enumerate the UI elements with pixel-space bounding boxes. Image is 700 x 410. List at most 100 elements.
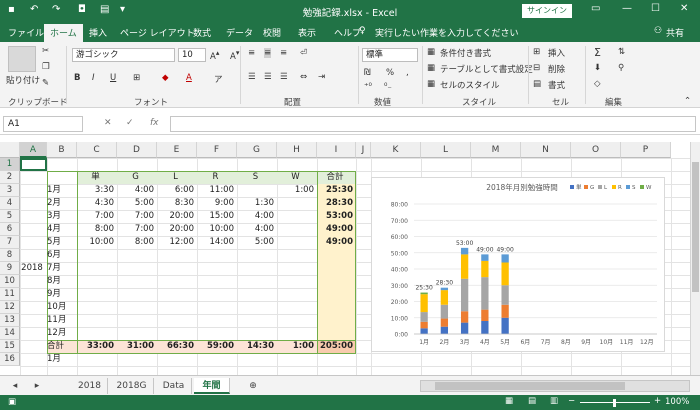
comma-icon[interactable]: ,	[406, 68, 409, 78]
row-header[interactable]: 4	[0, 197, 20, 210]
decrease-decimal-icon[interactable]: ⁰₋	[384, 82, 392, 92]
phonetic-icon[interactable]: ア	[214, 73, 223, 85]
delete-cells-button[interactable]: 削除	[548, 63, 565, 75]
stacked-bar-chart[interactable]: 2018年月別勉強時間 0:00 10:00 20:00 30:00 40:00 50:00…	[371, 177, 665, 352]
sheet-tab-2018g[interactable]: 2018G	[110, 378, 154, 394]
formula-input[interactable]	[170, 116, 696, 132]
column-header[interactable]: P	[621, 142, 671, 158]
row-header[interactable]: 8	[0, 249, 20, 262]
close-icon[interactable]: ✕	[680, 3, 688, 14]
font-grow-icon[interactable]: A▴	[210, 48, 219, 62]
row-header[interactable]: 15	[0, 340, 20, 353]
maximize-icon[interactable]: ☐	[651, 3, 660, 14]
row-header[interactable]: 1	[0, 158, 20, 171]
column-header[interactable]: G	[237, 142, 277, 158]
paste-button[interactable]: 貼り付け	[6, 74, 40, 86]
align-right-icon[interactable]: ☰	[280, 72, 288, 82]
column-header[interactable]: L	[421, 142, 471, 158]
row-header[interactable]: 5	[0, 210, 20, 223]
cond-format-button[interactable]: 条件付き書式	[440, 47, 491, 59]
row-header[interactable]: 7	[0, 236, 20, 249]
cancel-formula-icon[interactable]: ✕	[104, 118, 112, 128]
tab-formulas[interactable]: 数式	[193, 26, 211, 39]
row-header[interactable]: 9	[0, 262, 20, 275]
sheet-tab-annual[interactable]: 年間	[194, 378, 230, 394]
row-header[interactable]: 13	[0, 314, 20, 327]
minimize-icon[interactable]: —	[622, 3, 632, 14]
align-left-icon[interactable]: ☰	[248, 72, 256, 82]
tell-me-search[interactable]: 実行したい作業を入力してください	[375, 26, 518, 39]
cut-icon[interactable]: ✂	[42, 46, 49, 56]
italic-icon[interactable]: I	[92, 73, 95, 83]
tab-review[interactable]: 校閲	[263, 26, 281, 39]
signin-button[interactable]: サインイン	[522, 4, 572, 18]
font-name-select[interactable]: 游ゴシック	[72, 48, 175, 62]
zoom-level[interactable]: 100%	[665, 397, 689, 407]
page-layout-view-icon[interactable]: ▤	[528, 396, 536, 406]
scroll-tabs-right-icon[interactable]: ▸	[30, 378, 44, 394]
align-top-icon[interactable]: ≡	[248, 48, 255, 58]
fill-icon[interactable]: ⬇	[594, 63, 601, 73]
font-color-icon[interactable]: A	[186, 73, 192, 83]
tab-home[interactable]: ホーム	[44, 24, 83, 42]
collapse-ribbon-icon[interactable]: ⌃	[684, 96, 691, 106]
new-sheet-icon[interactable]: ⊕	[246, 378, 260, 394]
font-shrink-icon[interactable]: A▾	[230, 48, 239, 62]
font-size-select[interactable]: 10	[178, 48, 206, 62]
tab-view[interactable]: 表示	[298, 26, 316, 39]
align-middle-icon[interactable]: ≡	[264, 48, 272, 58]
table-format-button[interactable]: テーブルとして書式設定	[440, 63, 533, 75]
border-icon[interactable]: ⊞	[133, 73, 140, 83]
number-format-select[interactable]: 標準	[362, 48, 418, 62]
clear-icon[interactable]: ◇	[594, 79, 601, 89]
sheet-tab-2018[interactable]: 2018	[72, 378, 108, 394]
column-header[interactable]: F	[197, 142, 237, 158]
tab-data[interactable]: データ	[226, 26, 253, 39]
format-cells-button[interactable]: 書式	[548, 79, 565, 91]
insert-cells-button[interactable]: 挿入	[548, 47, 565, 59]
row-header[interactable]: 2	[0, 171, 20, 184]
column-header[interactable]: A	[20, 142, 47, 158]
cell-styles-button[interactable]: セルのスタイル	[440, 79, 500, 91]
column-header[interactable]: M	[471, 142, 521, 158]
column-header[interactable]: E	[157, 142, 197, 158]
row-header[interactable]: 3	[0, 184, 20, 197]
normal-view-icon[interactable]: ▦	[505, 396, 513, 406]
format-painter-icon[interactable]: ✎	[42, 78, 49, 88]
page-break-view-icon[interactable]: ▥	[550, 396, 558, 406]
merge-center-icon[interactable]: ⇔	[300, 72, 307, 82]
tab-insert[interactable]: 挿入	[89, 26, 107, 39]
scroll-tabs-left-icon[interactable]: ◂	[8, 378, 22, 394]
column-header[interactable]: K	[371, 142, 421, 158]
column-header[interactable]: B	[47, 142, 77, 158]
share-icon[interactable]: ⚇	[654, 26, 662, 36]
row-header[interactable]: 16	[0, 353, 20, 366]
horizontal-scroll-thumb[interactable]	[435, 382, 625, 390]
column-header[interactable]: N	[521, 142, 571, 158]
row-header[interactable]: 6	[0, 223, 20, 236]
column-header[interactable]: C	[77, 142, 117, 158]
vertical-scrollbar[interactable]	[690, 142, 700, 375]
vertical-scroll-thumb[interactable]	[692, 162, 699, 292]
macro-record-icon[interactable]: ▣	[8, 397, 16, 407]
column-header[interactable]: J	[356, 142, 371, 158]
find-select-icon[interactable]: ⚲	[618, 63, 624, 73]
zoom-slider-thumb[interactable]	[613, 399, 616, 407]
tab-page-layout[interactable]: ページ レイアウト	[120, 26, 195, 39]
increase-decimal-icon[interactable]: ⁺⁰	[364, 82, 372, 92]
column-header[interactable]: I	[317, 142, 356, 158]
wrap-text-icon[interactable]: ⏎	[300, 48, 307, 58]
indent-icon[interactable]: ⇥	[318, 72, 325, 82]
sort-filter-icon[interactable]: ⇅	[618, 47, 625, 57]
zoom-out-icon[interactable]: −	[568, 396, 575, 406]
tab-file[interactable]: ファイル	[8, 26, 44, 39]
select-all-corner[interactable]	[0, 142, 20, 158]
enter-formula-icon[interactable]: ✓	[126, 118, 134, 128]
column-header[interactable]: O	[571, 142, 621, 158]
row-header[interactable]: 14	[0, 327, 20, 340]
ribbon-display-icon[interactable]: ▭	[591, 3, 600, 14]
align-center-icon[interactable]: ☰	[264, 72, 272, 82]
autosum-icon[interactable]: Σ	[594, 46, 601, 59]
tab-help[interactable]: ヘルプ	[334, 26, 361, 39]
currency-icon[interactable]: ₪	[364, 68, 371, 78]
